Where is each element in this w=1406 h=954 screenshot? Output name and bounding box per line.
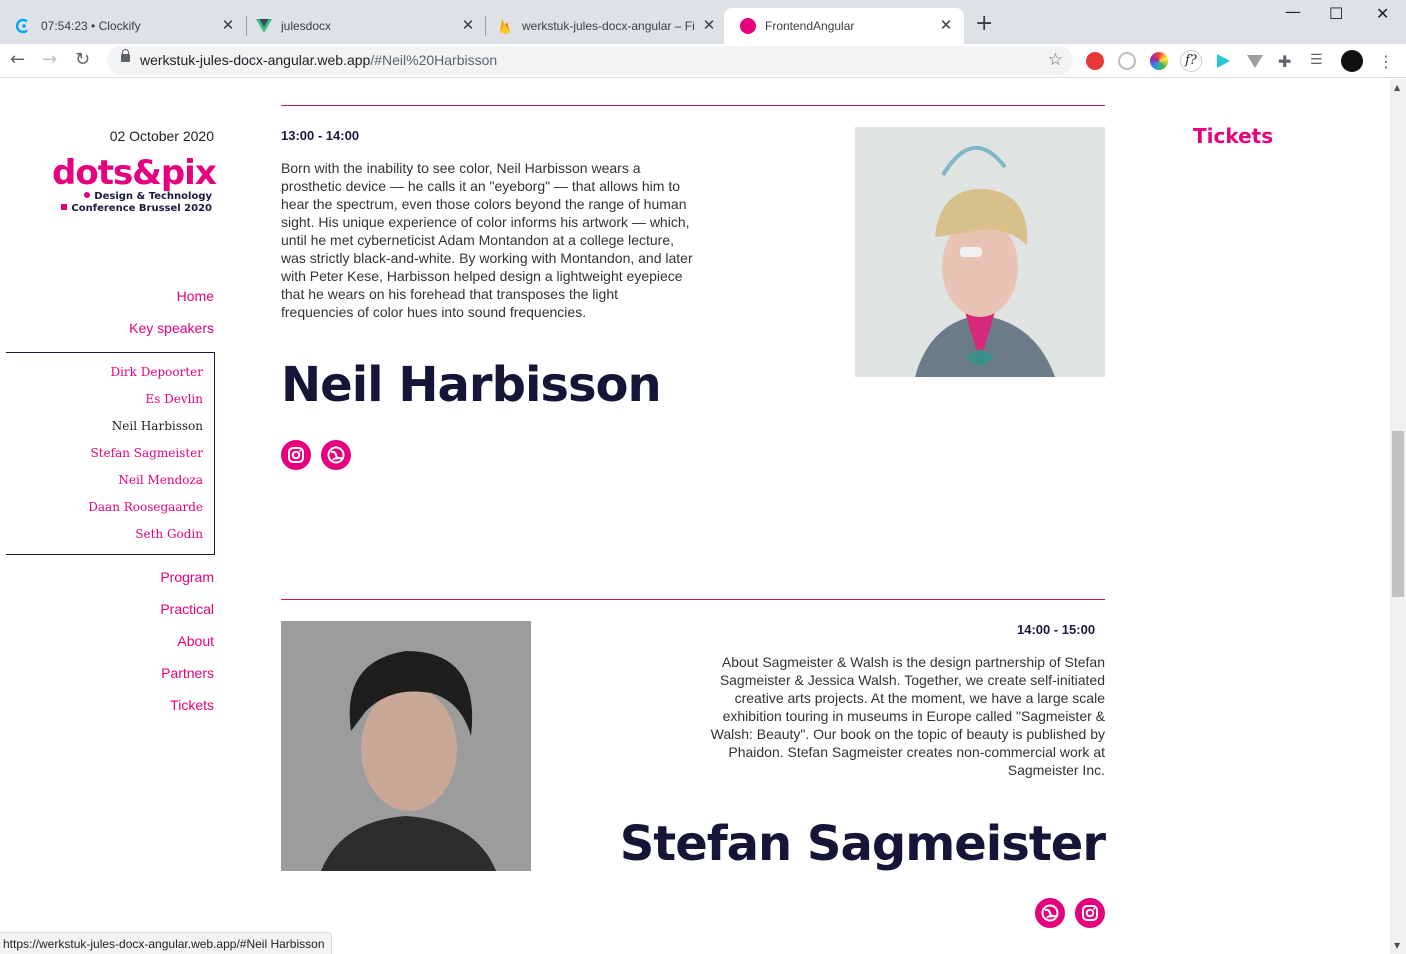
session-time: 13:00 - 14:00 (281, 128, 360, 143)
nav-about[interactable]: About (177, 633, 214, 649)
bookmark-star-icon[interactable]: ☆ (1048, 50, 1063, 70)
website-icon[interactable] (321, 440, 351, 470)
close-window-icon[interactable]: ✕ (1376, 4, 1389, 23)
page-scrollbar[interactable]: ▲ ▼ (1390, 79, 1406, 954)
website-icon[interactable] (1035, 898, 1065, 928)
tab-title: julesdocx (281, 19, 332, 33)
nav-key-speakers[interactable]: Key speakers (129, 320, 214, 336)
back-icon[interactable]: ← (10, 50, 25, 70)
url-text: werkstuk-jules-docx-angular.web.app/#Nei… (140, 52, 498, 68)
speaker-link[interactable]: Es Devlin (6, 386, 214, 413)
nav-practical[interactable]: Practical (160, 601, 214, 617)
vue-devtools-play-icon[interactable] (1214, 52, 1232, 70)
tab-title: werkstuk-jules-docx-angular – Fi (522, 19, 695, 33)
minimize-icon[interactable]: — (1285, 2, 1301, 21)
speaker-photo (281, 621, 531, 871)
nav-tickets[interactable]: Tickets (170, 697, 214, 713)
close-tab-icon[interactable]: ✕ (460, 18, 476, 34)
nav-program[interactable]: Program (160, 569, 214, 585)
new-tab-button[interactable]: + (975, 13, 993, 35)
close-tab-icon[interactable]: ✕ (701, 18, 717, 34)
speaker-link[interactable]: Seth Godin (6, 521, 214, 548)
scrollbar-thumb[interactable] (1392, 431, 1404, 597)
whatfont-extension-icon[interactable]: f? (1180, 50, 1202, 72)
speaker-name: Neil Harbisson (281, 357, 662, 413)
tab-frontendangular[interactable]: FrontendAngular ✕ (724, 8, 964, 44)
menu-kebab-icon[interactable]: ⋮ (1378, 52, 1396, 71)
nav-home[interactable]: Home (177, 288, 214, 304)
tab-firebase[interactable]: werkstuk-jules-docx-angular – Fi ✕ (481, 8, 727, 44)
section-divider (281, 599, 1105, 600)
angular-dot-icon (740, 18, 756, 34)
firebase-icon (497, 18, 513, 34)
tab-clockify[interactable]: 07:54:23 • Clockify ✕ (0, 8, 246, 44)
logo-tagline-2: Conference Brussel 2020 (52, 203, 212, 215)
scroll-down-arrow-icon[interactable]: ▼ (1394, 941, 1400, 950)
speaker-bio: Born with the inability to see color, Ne… (281, 160, 693, 320)
adblock-extension-icon[interactable] (1086, 52, 1104, 70)
browser-toolbar: ← → ↻ werkstuk-jules-docx-angular.web.ap… (0, 44, 1406, 78)
lock-icon (121, 49, 130, 62)
vue-icon (256, 18, 272, 34)
logo[interactable]: dots&pix Design & Technology Conference … (52, 153, 217, 215)
clockify-icon (15, 18, 32, 34)
tab-title: FrontendAngular (765, 19, 855, 33)
colorpick-extension-icon[interactable] (1150, 52, 1168, 70)
tab-title: 07:54:23 • Clockify (41, 19, 141, 33)
section-divider (281, 105, 1105, 106)
close-tab-icon[interactable]: ✕ (938, 18, 954, 34)
logo-brand: dots&pix (52, 153, 217, 193)
speaker-link[interactable]: Neil Mendoza (6, 467, 214, 494)
nav-partners[interactable]: Partners (161, 665, 214, 681)
close-tab-icon[interactable]: ✕ (220, 18, 236, 34)
speakers-submenu: Dirk Depoorter Es Devlin Neil Harbisson … (6, 352, 215, 555)
address-bar[interactable]: werkstuk-jules-docx-angular.web.app/#Nei… (107, 46, 1073, 75)
profile-avatar[interactable] (1341, 50, 1363, 72)
forward-icon[interactable]: → (42, 50, 57, 70)
speaker-link-current[interactable]: Neil Harbisson (6, 413, 214, 440)
reload-icon[interactable]: ↻ (75, 50, 90, 70)
speaker-bio: About Sagmeister & Walsh is the design p… (710, 654, 1105, 778)
speaker-link[interactable]: Daan Roosegaarde (6, 494, 214, 521)
extensions-puzzle-icon[interactable]: ✚ (1278, 52, 1296, 71)
speaker-link[interactable]: Dirk Depoorter (6, 359, 214, 386)
instagram-icon[interactable] (281, 440, 311, 470)
speaker-photo (855, 127, 1105, 377)
extension-icon[interactable] (1118, 52, 1136, 70)
scroll-up-arrow-icon[interactable]: ▲ (1394, 83, 1400, 92)
link-status-bar: https://werkstuk-jules-docx-angular.web.… (0, 932, 332, 954)
speaker-name: Stefan Sagmeister (619, 816, 1106, 872)
event-date: 02 October 2020 (109, 128, 214, 144)
speaker-link[interactable]: Stefan Sagmeister (6, 440, 214, 467)
tab-julesdocx[interactable]: julesdocx ✕ (240, 8, 486, 44)
session-time: 14:00 - 15:00 (1017, 622, 1096, 637)
maximize-icon[interactable]: ☐ (1329, 4, 1343, 23)
page-viewport: 02 October 2020 dots&pix Design & Techno… (0, 79, 1390, 954)
media-control-icon[interactable]: ☰ (1310, 52, 1328, 70)
instagram-icon[interactable] (1075, 898, 1105, 928)
header-tickets-link[interactable]: Tickets (1193, 124, 1273, 148)
vue-devtools-icon[interactable] (1246, 52, 1264, 70)
tab-bar: 07:54:23 • Clockify ✕ julesdocx ✕ werkst… (0, 0, 1406, 44)
